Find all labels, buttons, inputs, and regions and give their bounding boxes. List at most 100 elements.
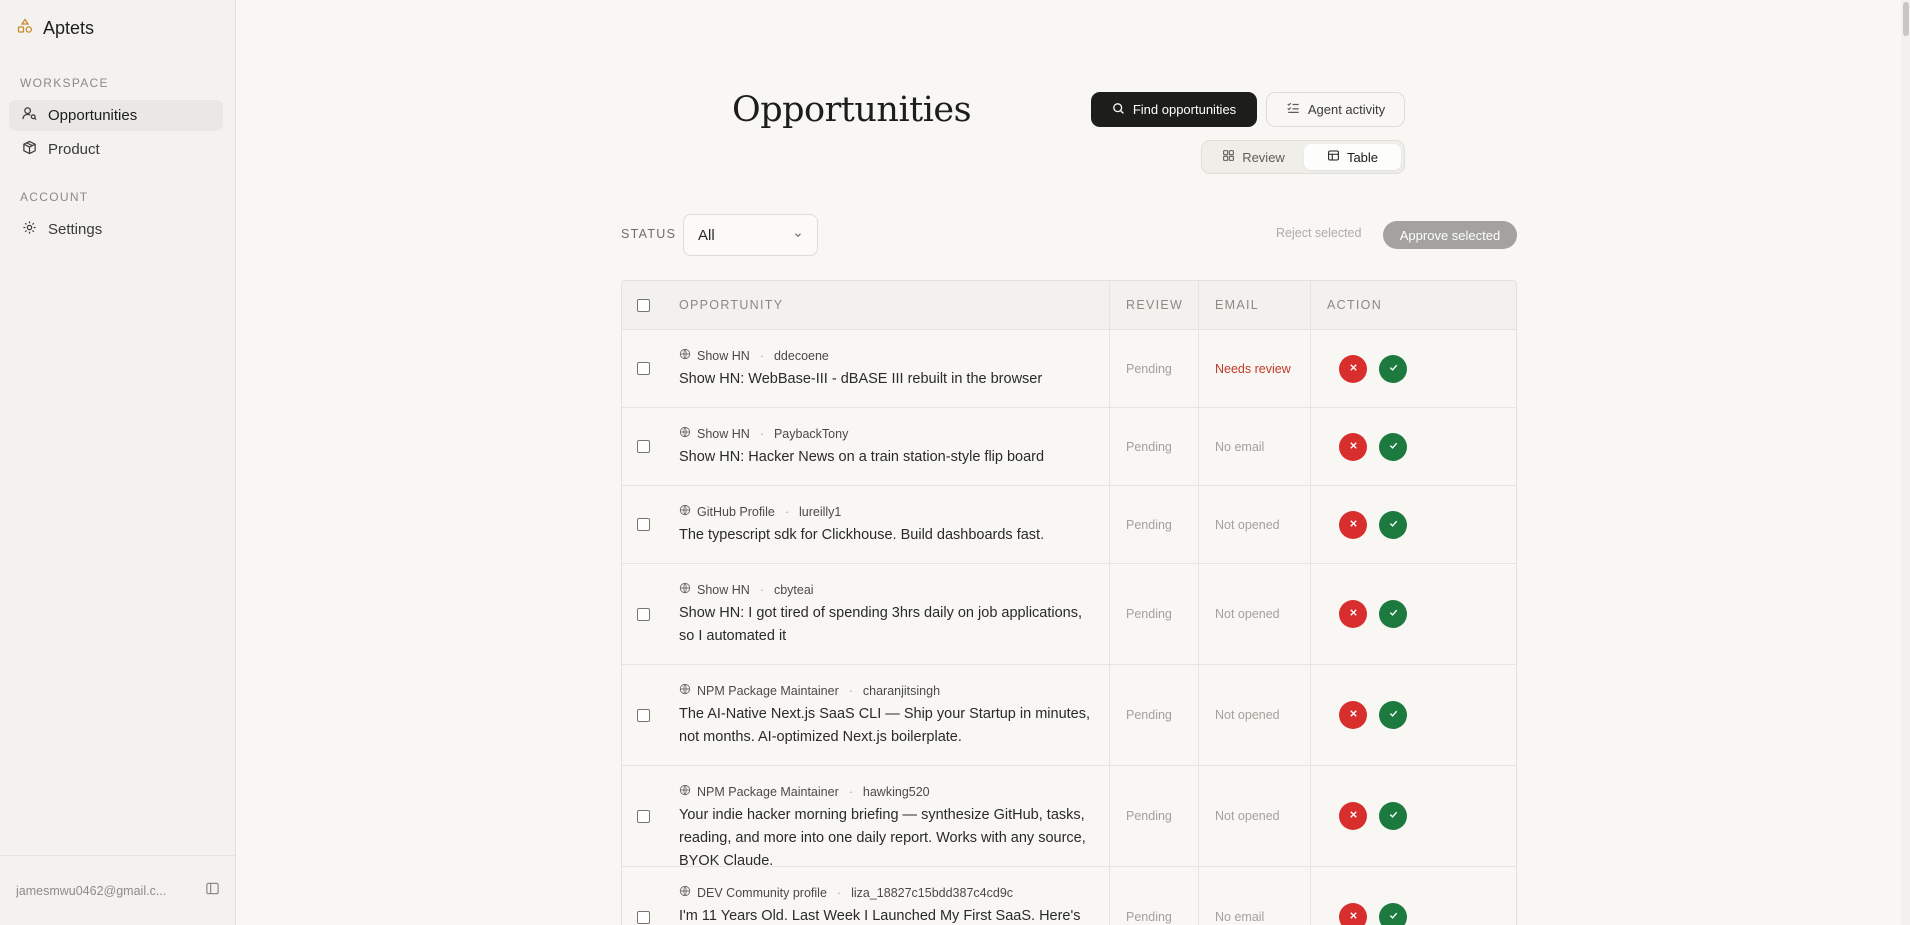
opportunity-title[interactable]: Show HN: I got tired of spending 3hrs da…: [679, 602, 1099, 648]
column-header-email[interactable]: EMAIL: [1198, 281, 1310, 329]
row-checkbox[interactable]: [637, 809, 650, 823]
approve-button[interactable]: [1379, 802, 1407, 830]
opportunity-cell[interactable]: DEV Community profile · liza_18827c15bdd38…: [665, 867, 1109, 925]
tab-table[interactable]: Table: [1304, 144, 1401, 170]
opportunity-author[interactable]: PaybackTony: [774, 427, 848, 441]
check-icon: [1388, 360, 1399, 378]
column-header-action: ACTION: [1310, 281, 1516, 329]
row-checkbox[interactable]: [637, 607, 650, 621]
table-row[interactable]: NPM Package Maintainer · hawking520 Your in…: [622, 766, 1516, 870]
row-checkbox-cell: [622, 564, 665, 664]
app-name: Aptets: [43, 18, 95, 38]
review-cell: Pending: [1109, 330, 1198, 407]
sidebar-item-settings[interactable]: Settings: [9, 214, 223, 245]
status-select-value: All: [698, 226, 715, 244]
review-cell: Pending: [1109, 766, 1198, 866]
status-filter-label: STATUS: [621, 227, 677, 241]
tab-review[interactable]: Review: [1205, 144, 1302, 170]
sidebar-collapse-icon[interactable]: [205, 881, 220, 901]
table-row[interactable]: NPM Package Maintainer · charanjitsingh The…: [622, 665, 1516, 766]
column-header-review[interactable]: REVIEW: [1109, 281, 1198, 329]
opportunity-source: Show HN: [697, 582, 750, 597]
table-row[interactable]: Show HN · PaybackTony Show HN: Hacker News …: [622, 408, 1516, 486]
reject-button[interactable]: [1339, 600, 1367, 628]
column-header-opportunity[interactable]: OPPORTUNITY: [665, 281, 1109, 329]
reject-button[interactable]: [1339, 701, 1367, 729]
table-row[interactable]: Show HN · ddecoene Show HN: WebBase-III - d…: [622, 330, 1516, 408]
action-cell: [1310, 330, 1516, 407]
opportunity-meta: NPM Package Maintainer · hawking520: [679, 784, 930, 799]
opportunity-cell[interactable]: Show HN · ddecoene Show HN: WebBase-III - d…: [665, 330, 1109, 407]
opportunity-cell[interactable]: GitHub Profile · lureilly1 The typescript s…: [665, 486, 1109, 563]
globe-icon: [679, 582, 691, 597]
sidebar-item-opportunities[interactable]: Opportunities: [9, 100, 223, 131]
approve-button[interactable]: [1379, 903, 1407, 925]
sidebar-item-product[interactable]: Product: [9, 134, 223, 165]
email-status: Not opened: [1215, 809, 1280, 823]
view-toggle: Review Table: [1201, 140, 1405, 174]
agent-activity-button[interactable]: Agent activity: [1266, 92, 1405, 127]
opportunity-cell[interactable]: Show HN · PaybackTony Show HN: Hacker News …: [665, 408, 1109, 485]
row-checkbox-cell: [622, 486, 665, 563]
opportunity-title[interactable]: I'm 11 Years Old. Last Week I Launched M…: [679, 905, 1099, 925]
table-row[interactable]: DEV Community profile · liza_18827c15bdd38…: [622, 867, 1516, 925]
reject-button[interactable]: [1339, 903, 1367, 925]
opportunity-author[interactable]: charanjitsingh: [863, 684, 940, 698]
row-checkbox[interactable]: [637, 362, 650, 375]
opportunity-meta: Show HN · cbyteai: [679, 582, 814, 597]
email-cell: Not opened: [1198, 564, 1310, 664]
opportunity-title[interactable]: Your indie hacker morning briefing — syn…: [679, 804, 1099, 873]
action-cell: [1310, 867, 1516, 925]
globe-icon: [679, 683, 691, 698]
opportunity-author[interactable]: cbyteai: [774, 583, 814, 597]
page-title: Opportunities: [732, 90, 972, 130]
row-checkbox-cell: [622, 867, 665, 925]
approve-button[interactable]: [1379, 432, 1407, 461]
approve-button[interactable]: [1379, 701, 1407, 729]
page-scrollbar[interactable]: [1901, 0, 1910, 925]
email-cell: No email: [1198, 408, 1310, 485]
opportunity-author[interactable]: hawking520: [863, 785, 930, 799]
find-opportunities-button[interactable]: Find opportunities: [1091, 92, 1257, 127]
opportunity-title[interactable]: The AI-Native Next.js SaaS CLI — Ship yo…: [679, 703, 1099, 749]
approve-selected-button[interactable]: Approve selected: [1383, 221, 1517, 249]
opportunity-author[interactable]: lureilly1: [799, 505, 841, 519]
email-cell: Not opened: [1198, 665, 1310, 765]
opportunity-cell[interactable]: NPM Package Maintainer · charanjitsingh The…: [665, 665, 1109, 765]
select-all-checkbox[interactable]: [637, 298, 650, 312]
scroll-thumb[interactable]: [1903, 2, 1909, 36]
opportunity-title[interactable]: Show HN: WebBase-III - dBASE III rebuilt…: [679, 368, 1099, 391]
row-checkbox[interactable]: [637, 708, 650, 722]
table-row[interactable]: GitHub Profile · lureilly1 The typescript s…: [622, 486, 1516, 564]
table-icon: [1327, 149, 1340, 165]
opportunity-cell[interactable]: NPM Package Maintainer · hawking520 Your in…: [665, 766, 1109, 870]
row-checkbox[interactable]: [637, 518, 650, 531]
row-checkbox[interactable]: [637, 910, 650, 924]
tab-table-label: Table: [1346, 149, 1379, 165]
email-cell: Not opened: [1198, 766, 1310, 866]
reject-selected-button[interactable]: Reject selected: [1276, 226, 1361, 240]
status-select[interactable]: All: [683, 214, 818, 256]
approve-button[interactable]: [1379, 354, 1407, 383]
opportunity-source: GitHub Profile: [697, 504, 775, 519]
reject-button[interactable]: [1339, 510, 1367, 539]
row-checkbox-cell: [622, 665, 665, 765]
opportunity-cell[interactable]: Show HN · cbyteai Show HN: I got tired of s…: [665, 564, 1109, 664]
list-check-icon: [1286, 101, 1300, 118]
opportunity-source: DEV Community profile: [697, 885, 827, 900]
brand[interactable]: Aptets: [17, 18, 94, 39]
reject-button[interactable]: [1339, 802, 1367, 830]
opportunity-author[interactable]: liza_18827c15bdd387c4cd9c: [851, 886, 1013, 900]
row-checkbox[interactable]: [637, 440, 650, 453]
user-email[interactable]: jamesmwu0462@gmail.c...: [16, 884, 186, 898]
reject-button[interactable]: [1339, 354, 1367, 383]
approve-button[interactable]: [1379, 510, 1407, 539]
review-cell: Pending: [1109, 486, 1198, 563]
opportunity-author[interactable]: ddecoene: [774, 349, 829, 363]
opportunity-title[interactable]: The typescript sdk for Clickhouse. Build…: [679, 524, 1099, 547]
opportunity-title[interactable]: Show HN: Hacker News on a train station-…: [679, 446, 1099, 469]
table-row[interactable]: Show HN · cbyteai Show HN: I got tired of s…: [622, 564, 1516, 665]
approve-button[interactable]: [1379, 600, 1407, 628]
separator-dot: ·: [848, 683, 853, 698]
reject-button[interactable]: [1339, 432, 1367, 461]
